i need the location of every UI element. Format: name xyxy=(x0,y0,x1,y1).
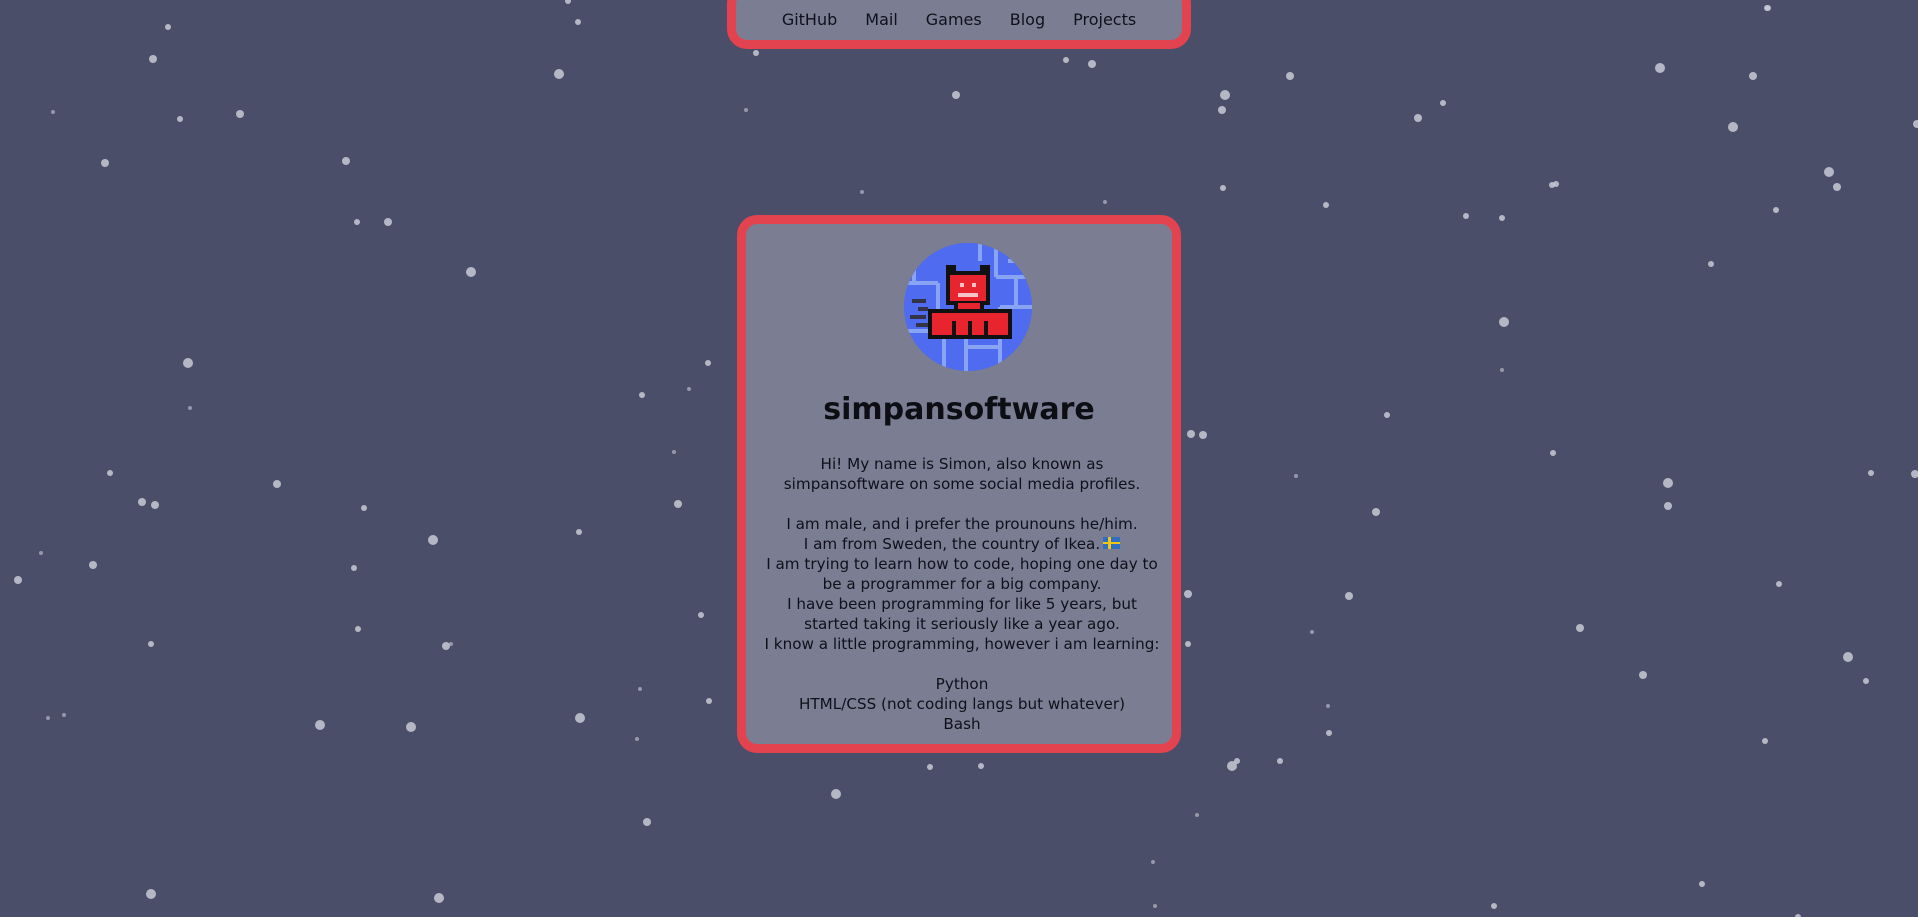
nav-link-games[interactable]: Games xyxy=(912,10,996,30)
bio-country-text: I am from Sweden, the country of Ikea. xyxy=(803,535,1101,553)
username-heading: simpansoftware xyxy=(823,392,1095,427)
avatar xyxy=(904,243,1032,371)
bio-line-country: I am from Sweden, the country of Ikea. xyxy=(752,534,1172,554)
red-pixel-cat-icon xyxy=(904,243,1032,371)
nav-link-github[interactable]: GitHub xyxy=(768,10,851,30)
bio-text: Hi! My name is Simon, also known as simp… xyxy=(752,454,1172,734)
bio-line: I am trying to learn how to code, hoping… xyxy=(766,555,1158,573)
language-item: Python xyxy=(935,675,989,693)
bio-line: I am male, and i prefer the prounouns he… xyxy=(786,515,1138,533)
bio-line: Hi! My name is Simon, also known as xyxy=(820,455,1104,473)
bio-line: started taking it seriously like a year … xyxy=(804,615,1120,633)
nav-link-blog[interactable]: Blog xyxy=(996,10,1059,30)
language-item: Bash xyxy=(943,715,981,733)
profile-card: simpansoftware Hi! My name is Simon, als… xyxy=(737,215,1181,753)
sweden-flag-icon xyxy=(1103,537,1121,549)
language-item: HTML/CSS (not coding langs but whatever) xyxy=(798,695,1126,713)
top-nav: GitHub Mail Games Blog Projects xyxy=(727,0,1191,49)
bio-line: I know a little programming, however i a… xyxy=(764,635,1160,653)
nav-link-mail[interactable]: Mail xyxy=(851,10,912,30)
nav-link-projects[interactable]: Projects xyxy=(1059,10,1150,30)
bio-line: be a programmer for a big company. xyxy=(822,575,1102,593)
bio-line: simpansoftware on some social media prof… xyxy=(783,475,1141,493)
bio-line: I have been programming for like 5 years… xyxy=(787,595,1137,613)
